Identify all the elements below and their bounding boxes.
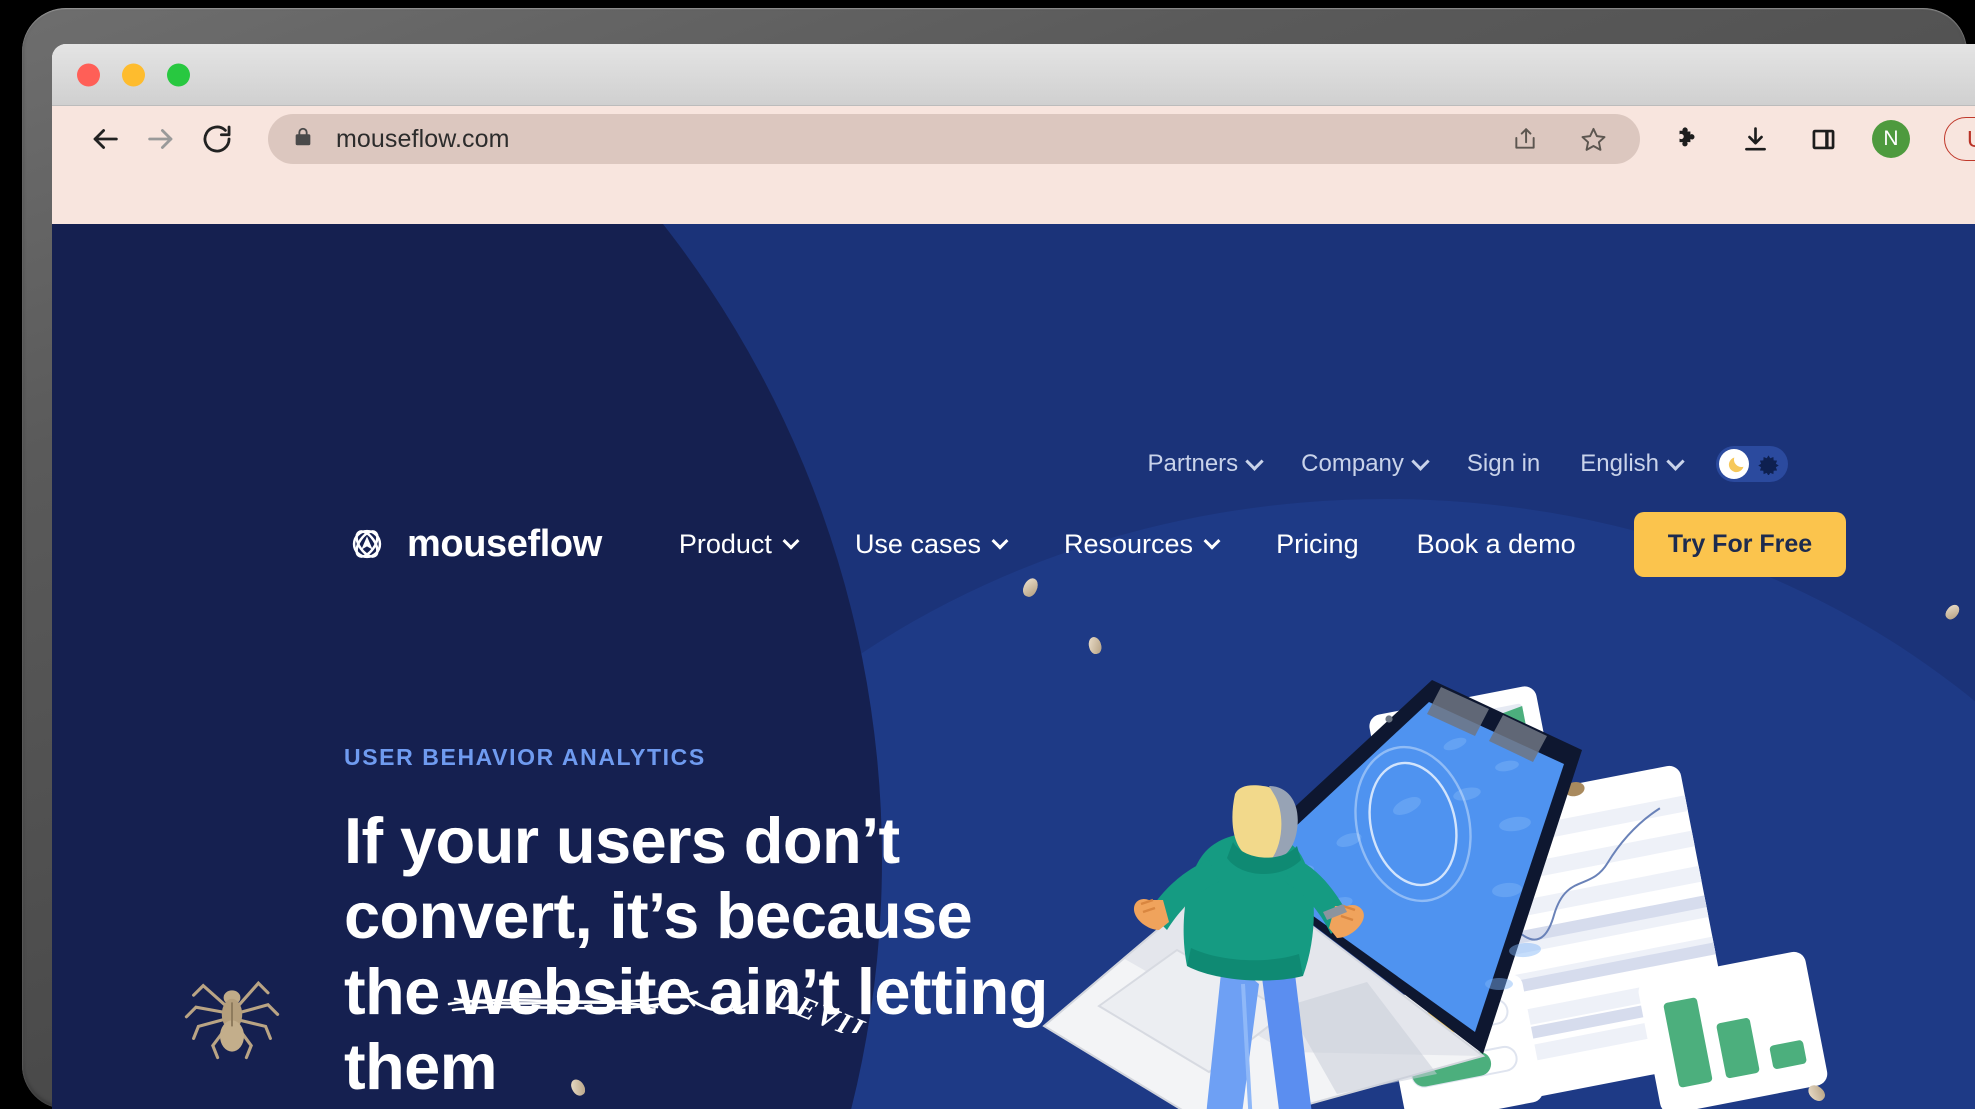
- chevron-down-icon: [1203, 532, 1221, 550]
- decorative-spider-icon: [184, 980, 280, 1060]
- logo-wordmark: mouseflow: [407, 522, 602, 565]
- chevron-down-icon: [1411, 451, 1430, 471]
- nav-item-book-a-demo[interactable]: Book a demo: [1417, 529, 1576, 560]
- utility-nav: Partners Company Sign in English: [1107, 446, 1788, 482]
- hero-eyebrow: USER BEHAVIOR ANALYTICS: [344, 744, 706, 770]
- headline-line-2: convert, it’s because: [344, 879, 973, 953]
- browser-window: mouseflow.com N Update: [52, 44, 1975, 1109]
- headline-line-3-post: ain’t letting: [691, 954, 1048, 1028]
- headline-line-3-pre: the: [344, 954, 458, 1028]
- minimize-window-button[interactable]: [122, 63, 145, 86]
- try-for-free-button[interactable]: Try For Free: [1633, 511, 1847, 577]
- address-bar[interactable]: mouseflow.com: [268, 114, 1640, 164]
- browser-titlebar: [52, 44, 1975, 106]
- nav-item-label: Product: [678, 528, 772, 559]
- utility-nav-label: Partners: [1147, 450, 1239, 477]
- nav-item-label: Pricing: [1276, 528, 1359, 559]
- window-controls: [77, 63, 190, 86]
- chevron-down-icon: [991, 532, 1009, 550]
- browser-toolbar: mouseflow.com N Update: [52, 106, 1975, 172]
- update-button[interactable]: Update: [1944, 117, 1975, 161]
- chevron-down-icon: [1666, 451, 1685, 471]
- address-bar-text: mouseflow.com: [336, 124, 510, 153]
- headline-line-1: If your users don’t: [344, 804, 900, 877]
- profile-avatar[interactable]: N: [1872, 120, 1910, 158]
- moon-icon: [1728, 457, 1744, 472]
- toolbar-actions: N Update: [1668, 117, 1975, 161]
- utility-nav-label: Sign in: [1466, 450, 1541, 477]
- headline-struck-word: website: [447, 954, 692, 1029]
- nav-item-label: Use cases: [854, 528, 981, 559]
- close-window-button[interactable]: [77, 63, 100, 86]
- nav-item-resources[interactable]: Resources: [1064, 528, 1221, 560]
- nav-item-label: Resources: [1064, 528, 1194, 559]
- nav-links: Product Use cases Resources Pricing Book…: [679, 529, 1634, 560]
- maximize-window-button[interactable]: [167, 63, 190, 86]
- side-panel-icon[interactable]: [1804, 120, 1842, 158]
- share-icon[interactable]: [1506, 120, 1544, 158]
- utility-nav-item-partners[interactable]: Partners: [1147, 450, 1264, 478]
- nav-item-product[interactable]: Product: [678, 528, 800, 560]
- site-logo[interactable]: mouseflow: [344, 521, 602, 567]
- reload-icon[interactable]: [200, 118, 234, 160]
- utility-nav-item-sign-in[interactable]: Sign in: [1467, 450, 1540, 478]
- mouseflow-atom-logo-icon: [352, 529, 382, 559]
- utility-nav-item-language[interactable]: English: [1580, 450, 1685, 478]
- headline-line-4: them: [344, 1030, 498, 1104]
- chevron-down-icon: [782, 532, 800, 550]
- hero-copy: USER BEHAVIOR ANALYTICS If your users do…: [344, 744, 1064, 1109]
- utility-nav-label: English: [1580, 450, 1659, 477]
- main-nav: mouseflow Product Use cases Resources Pr…: [344, 511, 1847, 577]
- decorative-bug-icon: [1943, 602, 1962, 622]
- nav-item-pricing[interactable]: Pricing: [1276, 529, 1359, 560]
- webpage-viewport: Partners Company Sign in English mousefl…: [52, 224, 1975, 1109]
- puzzle-piece-icon[interactable]: [1668, 120, 1706, 158]
- back-arrow-icon[interactable]: [88, 118, 122, 160]
- utility-nav-label: Company: [1301, 450, 1404, 477]
- hero-headline: If your users don’t convert, it’s becaus…: [344, 803, 1064, 1105]
- utility-nav-item-company[interactable]: Company: [1301, 450, 1430, 478]
- star-icon[interactable]: [1574, 120, 1612, 158]
- sun-icon: [1758, 454, 1779, 475]
- nav-item-label: Book a demo: [1416, 528, 1576, 559]
- chevron-down-icon: [1245, 451, 1264, 471]
- forward-arrow-icon[interactable]: [144, 118, 178, 160]
- toolbar-filler: [52, 172, 1975, 224]
- theme-toggle[interactable]: [1716, 446, 1788, 482]
- nav-item-use-cases[interactable]: Use cases: [854, 528, 1009, 560]
- hero-illustration: [1042, 680, 1828, 1109]
- download-icon[interactable]: [1736, 120, 1774, 158]
- hand-drawn-strikethrough-icon: [447, 996, 667, 1012]
- lock-icon: [292, 126, 314, 153]
